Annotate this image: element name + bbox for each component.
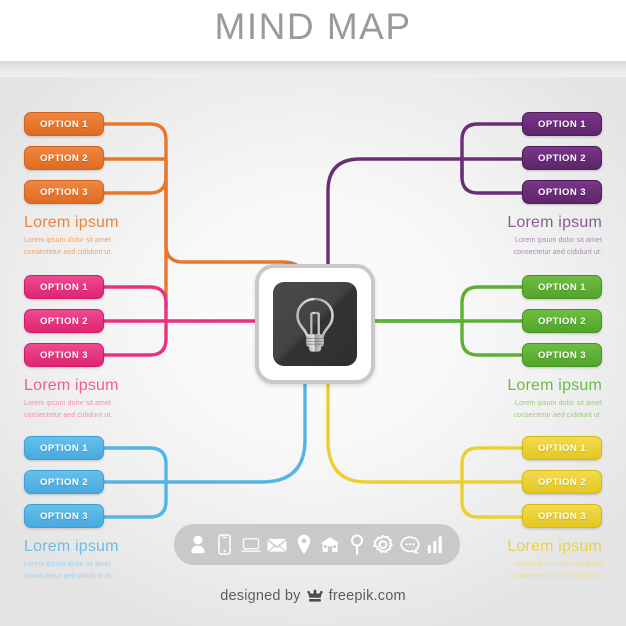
group-caption-line2: consectetur aed cididunt ut. (24, 248, 113, 256)
speech-bubble-icon[interactable] (399, 534, 420, 556)
group-caption-heading: Lorem ipsum (24, 377, 119, 394)
user-icon[interactable] (188, 534, 208, 556)
wire-blue (102, 382, 307, 519)
bar-chart-icon[interactable] (426, 534, 446, 556)
group-purple: OPTION 1 OPTION 2 OPTION 3 Lorem ipsum L… (442, 112, 602, 258)
option-pill-label: OPTION 1 (40, 281, 88, 293)
option-pill-green-3[interactable]: OPTION 3 (522, 343, 602, 367)
option-pill-yellow-3[interactable]: OPTION 3 (522, 504, 602, 528)
group-caption-line2: consectetur aed cididunt ut. (24, 411, 113, 419)
option-pill-yellow-1[interactable]: OPTION 1 (522, 436, 602, 460)
option-pill-label: OPTION 1 (538, 118, 586, 130)
option-pill-label: OPTION 2 (538, 152, 586, 164)
option-pill-label: OPTION 3 (538, 349, 586, 361)
group-caption-line2: consectetur aed cididunt ut. (513, 572, 602, 580)
wire-pink (102, 285, 257, 357)
central-node[interactable] (255, 264, 375, 384)
option-pill-green-2[interactable]: OPTION 2 (522, 309, 602, 333)
option-pill-pink-3[interactable]: OPTION 3 (24, 343, 104, 367)
header-divider-shadow (0, 61, 626, 77)
group-caption-body: Lorem ipsum dolor sit amet consectetur a… (442, 398, 602, 421)
option-pill-green-1[interactable]: OPTION 1 (522, 275, 602, 299)
option-pill-label: OPTION 2 (40, 476, 88, 488)
group-caption-line1: Lorem ipsum dolor sit amet (24, 400, 112, 408)
group-caption-body: Lorem ipsum dolor sit amet consectetur a… (442, 559, 602, 582)
map-marker-pin-icon[interactable] (347, 534, 367, 556)
option-pill-label: OPTION 3 (538, 510, 586, 522)
group-green: OPTION 1 OPTION 2 OPTION 3 Lorem ipsum L… (442, 275, 602, 421)
group-caption-line2: consectetur aed cididunt ut. (24, 572, 113, 580)
option-pill-purple-1[interactable]: OPTION 1 (522, 112, 602, 136)
option-pill-orange-2[interactable]: OPTION 2 (24, 146, 104, 170)
group-caption-heading: Lorem ipsum (507, 214, 602, 231)
group-blue: OPTION 1 OPTION 2 OPTION 3 Lorem ipsum L… (24, 436, 119, 582)
option-pill-yellow-2[interactable]: OPTION 2 (522, 470, 602, 494)
option-pill-label: OPTION 1 (40, 442, 88, 454)
central-node-icon-plate (273, 282, 357, 366)
group-caption-line1: Lorem ipsum dolor sit amet (24, 561, 112, 569)
option-pill-label: OPTION 3 (40, 349, 88, 361)
icon-bar (174, 524, 460, 565)
attribution-prefix: designed by (220, 588, 301, 604)
group-caption-line1: Lorem ipsum dolor sit amet (514, 561, 602, 569)
option-pill-blue-3[interactable]: OPTION 3 (24, 504, 104, 528)
lightbulb-icon (296, 297, 334, 352)
group-caption-heading: Lorem ipsum (507, 377, 602, 394)
group-pink: OPTION 1 OPTION 2 OPTION 3 Lorem ipsum L… (24, 275, 119, 421)
infographic-canvas: OPTION 1 OPTION 2 OPTION 3 Lorem ipsum L… (0, 0, 626, 626)
house-icon[interactable] (320, 534, 340, 556)
group-caption-body: Lorem ipsum dolor sit amet consectetur a… (442, 235, 602, 258)
smartphone-icon[interactable] (214, 534, 234, 556)
option-pill-label: OPTION 2 (538, 476, 586, 488)
location-pin-icon[interactable] (294, 534, 314, 556)
option-pill-label: OPTION 1 (538, 281, 586, 293)
group-caption-body: Lorem ipsum dolor sit amet consectetur a… (24, 559, 119, 582)
group-yellow: OPTION 1 OPTION 2 OPTION 3 Lorem ipsum L… (442, 436, 602, 582)
header-bar: MIND MAP (0, 0, 626, 61)
group-caption-line2: consectetur aed cididunt ut. (513, 248, 602, 256)
option-pill-orange-1[interactable]: OPTION 1 (24, 112, 104, 136)
group-caption-line2: consectetur aed cididunt ut. (513, 411, 602, 419)
option-pill-label: OPTION 1 (40, 118, 88, 130)
group-caption-line1: Lorem ipsum dolor sit amet (24, 237, 112, 245)
option-pill-label: OPTION 2 (40, 152, 88, 164)
option-pill-label: OPTION 2 (538, 315, 586, 327)
group-caption-body: Lorem ipsum dolor sit amet consectetur a… (24, 398, 119, 421)
page-title: MIND MAP (214, 6, 412, 47)
option-pill-orange-3[interactable]: OPTION 3 (24, 180, 104, 204)
option-pill-purple-2[interactable]: OPTION 2 (522, 146, 602, 170)
laptop-icon[interactable] (240, 534, 261, 556)
option-pill-pink-1[interactable]: OPTION 1 (24, 275, 104, 299)
option-pill-pink-2[interactable]: OPTION 2 (24, 309, 104, 333)
group-caption-line1: Lorem ipsum dolor sit amet (514, 400, 602, 408)
option-pill-label: OPTION 3 (538, 186, 586, 198)
group-orange: OPTION 1 OPTION 2 OPTION 3 Lorem ipsum L… (24, 112, 119, 258)
attribution-brand[interactable]: freepik.com (329, 588, 406, 604)
envelope-icon[interactable] (267, 534, 287, 556)
option-pill-label: OPTION 3 (40, 510, 88, 522)
option-pill-blue-2[interactable]: OPTION 2 (24, 470, 104, 494)
option-pill-blue-1[interactable]: OPTION 1 (24, 436, 104, 460)
group-caption-heading: Lorem ipsum (24, 214, 119, 231)
crown-icon (306, 589, 324, 604)
group-caption-line1: Lorem ipsum dolor sit amet (514, 237, 602, 245)
group-caption-body: Lorem ipsum dolor sit amet consectetur a… (24, 235, 119, 258)
attribution-footer: designed by freepik.com (0, 588, 626, 604)
option-pill-label: OPTION 3 (40, 186, 88, 198)
option-pill-purple-3[interactable]: OPTION 3 (522, 180, 602, 204)
group-caption-heading: Lorem ipsum (507, 538, 602, 555)
group-caption-heading: Lorem ipsum (24, 538, 119, 555)
gear-icon[interactable] (373, 534, 393, 556)
option-pill-label: OPTION 2 (40, 315, 88, 327)
option-pill-label: OPTION 1 (538, 442, 586, 454)
